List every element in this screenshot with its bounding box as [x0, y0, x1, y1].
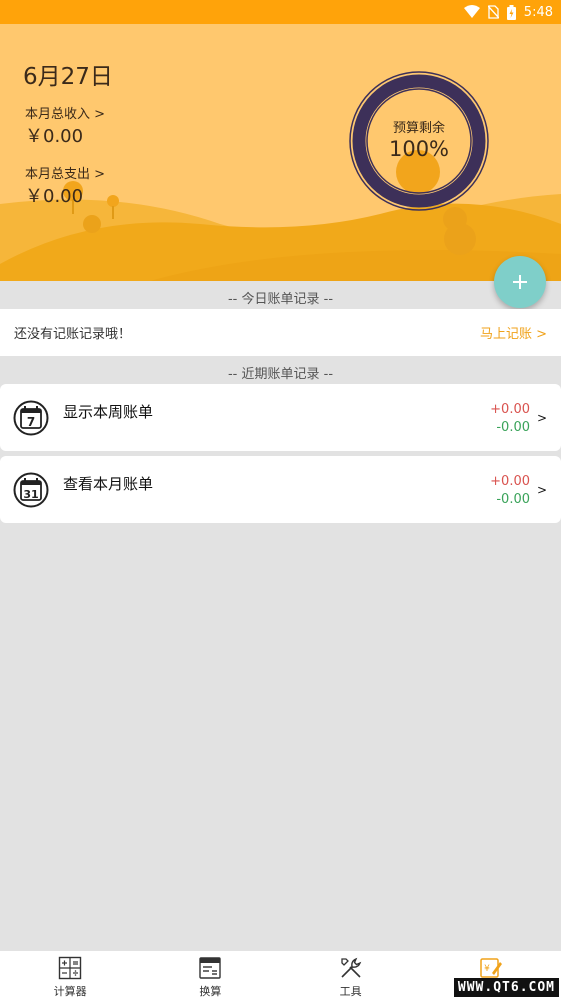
no-records-text: 还没有记账记录哦！	[14, 327, 132, 342]
month-expense-amount: -0.00	[496, 492, 530, 507]
nav-label-tools: 工具	[339, 985, 362, 998]
status-bar: 5:48	[0, 0, 561, 24]
chevron-right-icon: >	[536, 483, 547, 497]
nav-item-tools[interactable]: 工具	[281, 951, 421, 999]
status-time: 5:48	[523, 4, 553, 20]
converter-icon	[199, 957, 222, 979]
svg-text:¥: ¥	[484, 964, 490, 974]
nav-item-calculator[interactable]: 计算器	[0, 951, 140, 999]
nav-label-calculator: 计算器	[53, 985, 87, 998]
week-income-amount: +0.00	[490, 402, 530, 417]
month-income-amount: +0.00	[490, 474, 530, 489]
month-bill-card[interactable]: 31 查看本月账单 +0.00 -0.00 >	[0, 456, 561, 523]
calculator-icon	[58, 956, 82, 980]
calendar-icon: 7	[13, 400, 49, 436]
calendar-number: 7	[27, 415, 35, 429]
no-sim-icon	[487, 5, 499, 19]
budget-remaining-label: 预算剩余	[392, 121, 445, 136]
monthly-expense-label[interactable]: 本月总支出 >	[25, 163, 105, 182]
site-watermark: WWW.QT6.COM	[453, 978, 559, 997]
bookkeeping-icon: ¥	[480, 958, 502, 978]
summary-header: 6月27日 本月总收入 > ￥0.00 本月总支出 > ￥0.00 预算剩余 1…	[0, 24, 561, 281]
calendar-number: 31	[23, 488, 38, 501]
nav-item-converter[interactable]: 换算	[140, 951, 280, 999]
calendar-icon: 31	[13, 472, 49, 508]
current-date: 6月27日	[23, 64, 113, 90]
today-records-title: -- 今日账单记录 --	[227, 292, 334, 307]
record-now-link[interactable]: 马上记账 >	[480, 323, 547, 342]
wifi-icon	[463, 5, 480, 19]
tools-icon	[340, 957, 361, 978]
week-expense-amount: -0.00	[496, 420, 530, 435]
week-bill-title: 显示本周账单	[63, 403, 154, 421]
budget-remaining-value: 100%	[388, 137, 450, 161]
week-bill-card[interactable]: 7 显示本周账单 +0.00 -0.00 >	[0, 384, 561, 451]
monthly-expense-value: ￥0.00	[25, 186, 84, 207]
monthly-income-value: ￥0.00	[25, 126, 84, 147]
month-bill-title: 查看本月账单	[63, 475, 154, 493]
recent-records-title: -- 近期账单记录 --	[227, 367, 334, 382]
monthly-income-label[interactable]: 本月总收入 >	[25, 103, 105, 122]
nav-label-converter: 换算	[199, 985, 222, 998]
battery-icon	[506, 4, 516, 20]
chevron-right-icon: >	[536, 411, 547, 425]
today-records-row: 还没有记账记录哦！ 马上记账 >	[0, 309, 561, 356]
